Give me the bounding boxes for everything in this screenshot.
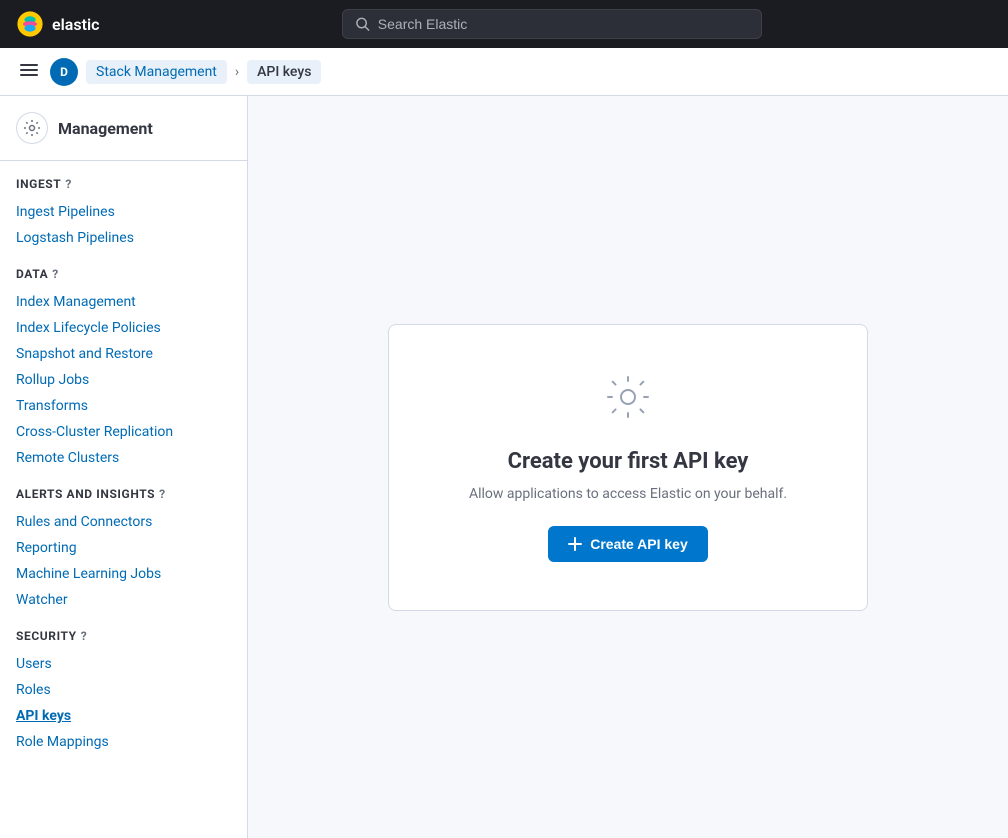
- gear-large-icon: [604, 373, 652, 421]
- section-heading-alerts: Alerts and Insights ?: [16, 487, 231, 501]
- sidebar: Management Ingest ? Ingest Pipelines Log…: [0, 96, 248, 838]
- hamburger-icon: [20, 61, 38, 79]
- elastic-wordmark: elastic: [52, 15, 99, 34]
- create-api-key-button[interactable]: Create API key: [548, 526, 708, 562]
- sidebar-title: Management: [58, 119, 153, 138]
- empty-state-title: Create your first API key: [453, 449, 803, 474]
- main-layout: Management Ingest ? Ingest Pipelines Log…: [0, 96, 1008, 838]
- section-heading-security: Security ?: [16, 629, 231, 643]
- top-nav: elastic: [0, 0, 1008, 48]
- api-key-icon: [453, 373, 803, 433]
- sidebar-section-data: Data ? Index Management Index Lifecycle …: [0, 267, 247, 471]
- sidebar-section-alerts: Alerts and Insights ? Rules and Connecto…: [0, 487, 247, 613]
- sidebar-item-rules-and-connectors[interactable]: Rules and Connectors: [16, 509, 231, 535]
- sidebar-header: Management: [0, 112, 247, 161]
- breadcrumb-parent[interactable]: Stack Management: [86, 60, 227, 84]
- empty-state-description: Allow applications to access Elastic on …: [453, 486, 803, 502]
- sidebar-item-machine-learning-jobs[interactable]: Machine Learning Jobs: [16, 561, 231, 587]
- alerts-help-icon[interactable]: ?: [159, 487, 166, 501]
- sidebar-item-ingest-pipelines[interactable]: Ingest Pipelines: [16, 199, 231, 225]
- breadcrumb-bar: D Stack Management › API keys: [0, 48, 1008, 96]
- sidebar-item-snapshot-and-restore[interactable]: Snapshot and Restore: [16, 341, 231, 367]
- sidebar-item-logstash-pipelines[interactable]: Logstash Pipelines: [16, 225, 231, 251]
- sidebar-gear-icon: [16, 112, 48, 144]
- sidebar-section-security: Security ? Users Roles API keys Role Map…: [0, 629, 247, 755]
- empty-state-card: Create your first API key Allow applicat…: [388, 324, 868, 611]
- sidebar-item-transforms[interactable]: Transforms: [16, 393, 231, 419]
- sidebar-item-remote-clusters[interactable]: Remote Clusters: [16, 445, 231, 471]
- search-icon: [355, 16, 370, 32]
- sidebar-item-index-lifecycle-policies[interactable]: Index Lifecycle Policies: [16, 315, 231, 341]
- security-help-icon[interactable]: ?: [81, 629, 88, 643]
- elastic-logo[interactable]: elastic: [16, 10, 99, 38]
- sidebar-item-role-mappings[interactable]: Role Mappings: [16, 729, 231, 755]
- search-input[interactable]: [378, 16, 749, 32]
- plus-icon: [568, 537, 582, 551]
- breadcrumb-separator: ›: [235, 64, 239, 80]
- sidebar-item-roles[interactable]: Roles: [16, 677, 231, 703]
- search-bar[interactable]: [342, 9, 762, 39]
- ingest-help-icon[interactable]: ?: [65, 177, 72, 191]
- sidebar-item-watcher[interactable]: Watcher: [16, 587, 231, 613]
- sidebar-item-rollup-jobs[interactable]: Rollup Jobs: [16, 367, 231, 393]
- sidebar-item-api-keys[interactable]: API keys: [16, 703, 231, 729]
- hamburger-button[interactable]: [16, 57, 42, 86]
- section-heading-ingest: Ingest ?: [16, 177, 231, 191]
- elastic-logo-icon: [16, 10, 44, 38]
- sidebar-section-ingest: Ingest ? Ingest Pipelines Logstash Pipel…: [0, 177, 247, 251]
- section-heading-data: Data ?: [16, 267, 231, 281]
- user-avatar[interactable]: D: [50, 58, 78, 86]
- sidebar-item-reporting[interactable]: Reporting: [16, 535, 231, 561]
- sidebar-item-users[interactable]: Users: [16, 651, 231, 677]
- data-help-icon[interactable]: ?: [52, 267, 59, 281]
- main-content: Create your first API key Allow applicat…: [248, 96, 1008, 838]
- sidebar-item-cross-cluster-replication[interactable]: Cross-Cluster Replication: [16, 419, 231, 445]
- sidebar-item-index-management[interactable]: Index Management: [16, 289, 231, 315]
- breadcrumb-current: API keys: [247, 60, 321, 84]
